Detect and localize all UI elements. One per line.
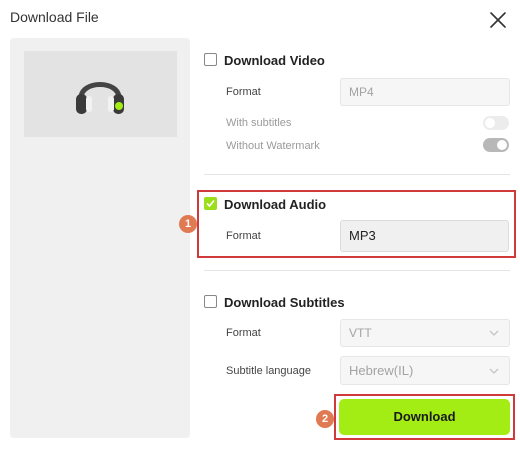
chevron-down-icon (489, 368, 499, 374)
subtitles-format-label: Format (226, 327, 261, 339)
dialog-title: Download File (10, 9, 99, 25)
subtitle-language-label: Subtitle language (226, 365, 312, 377)
without-watermark-label: Without Watermark (226, 140, 320, 152)
with-subtitles-toggle[interactable] (483, 116, 509, 130)
download-subtitles-checkbox[interactable] (204, 295, 217, 308)
subtitle-language-value: Hebrew(IL) (349, 363, 414, 378)
step-badge-2: 2 (316, 410, 334, 428)
video-format-field[interactable]: MP4 (340, 78, 510, 106)
subtitle-language-select[interactable]: Hebrew(IL) (340, 356, 510, 385)
download-video-checkbox[interactable] (204, 53, 217, 66)
video-format-label: Format (226, 86, 261, 98)
without-watermark-toggle[interactable] (483, 138, 509, 152)
subtitles-format-value: VTT (349, 326, 372, 340)
download-button[interactable]: Download (339, 399, 510, 435)
download-audio-label: Download Audio (224, 197, 327, 212)
step-badge-1: 1 (179, 215, 197, 233)
subtitles-format-select[interactable]: VTT (340, 319, 510, 347)
headphones-icon (76, 82, 124, 114)
divider (204, 270, 510, 271)
download-subtitles-label: Download Subtitles (224, 295, 345, 310)
chevron-down-icon (489, 330, 499, 336)
close-icon[interactable] (488, 10, 508, 30)
download-audio-checkbox[interactable] (204, 197, 217, 210)
download-video-label: Download Video (224, 53, 325, 68)
divider (204, 174, 510, 175)
with-subtitles-label: With subtitles (226, 117, 292, 129)
thumbnail (24, 51, 177, 137)
audio-format-label: Format (226, 230, 261, 242)
check-icon (206, 199, 215, 208)
audio-format-field[interactable]: MP3 (340, 220, 509, 252)
